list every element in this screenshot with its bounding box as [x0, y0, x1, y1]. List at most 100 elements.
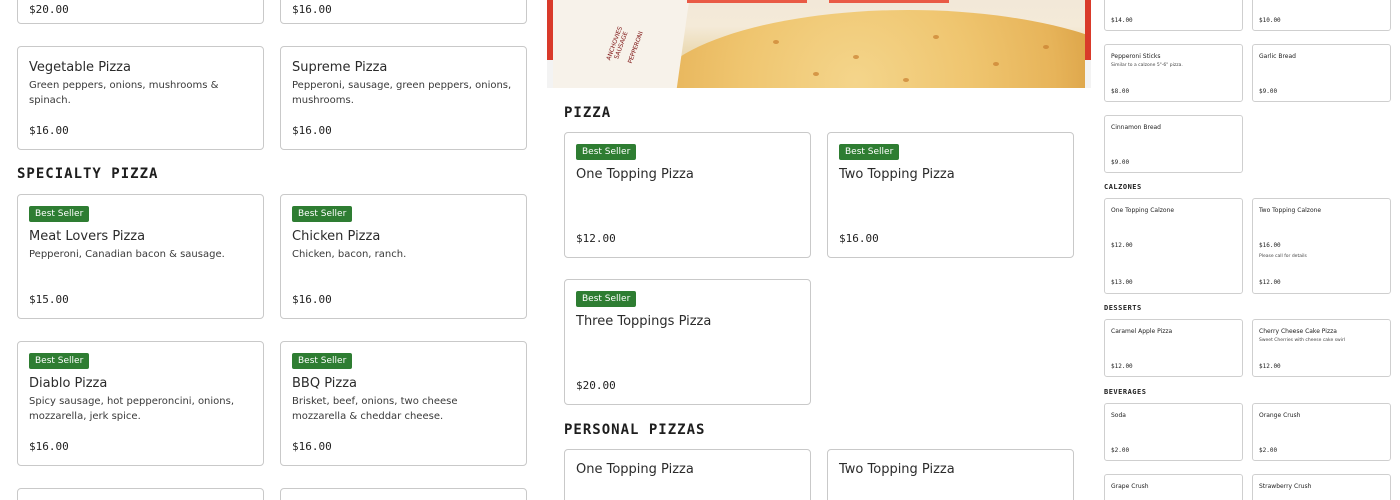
- menu-card-cherry-cheese-cake-pizza[interactable]: Cherry Cheese Cake Pizza Sweet Cherries …: [1252, 319, 1391, 377]
- item-price: $9.00: [1111, 159, 1130, 166]
- item-description: Pepperoni, sausage, green peppers, onion…: [292, 80, 512, 106]
- menu-card-three-toppings-pizza[interactable]: Best Seller Three Toppings Pizza $20.00: [564, 279, 811, 405]
- menu-card-caramel-apple-pizza[interactable]: Caramel Apple Pizza $12.00: [1104, 319, 1243, 377]
- section-title-beverages: BEVERAGES: [1104, 388, 1147, 396]
- item-price: $14.00: [1111, 17, 1133, 24]
- menu-card-one-topping-calzone[interactable]: One Topping Calzone $12.00 $13.00: [1104, 198, 1243, 294]
- menu-card-strawberry-crush[interactable]: Strawberry Crush: [1252, 474, 1391, 500]
- item-price: $2.00: [1259, 447, 1278, 454]
- menu-card-two-topping-pizza[interactable]: Best Seller Two Topping Pizza $16.00: [827, 132, 1074, 258]
- menu-card-partial[interactable]: [17, 488, 264, 500]
- best-seller-badge: Best Seller: [29, 206, 90, 222]
- item-price: $20.00: [576, 379, 616, 392]
- best-seller-badge: Best Seller: [292, 206, 353, 222]
- menu-card-side[interactable]: $14.00: [1104, 0, 1243, 31]
- menu-card-one-topping-pizza[interactable]: Best Seller One Topping Pizza $12.00: [564, 132, 811, 258]
- menu-card-supreme-pizza[interactable]: Supreme Pizza Pepperoni, sausage, green …: [280, 46, 527, 150]
- best-seller-badge: Best Seller: [576, 291, 637, 307]
- item-price: $16.00: [292, 440, 332, 453]
- menu-card-personal-two-topping[interactable]: Two Topping Pizza: [827, 449, 1074, 500]
- menu-card-chicken-pizza[interactable]: Best Seller Chicken Pizza Chicken, bacon…: [280, 194, 527, 319]
- item-price: $16.00: [292, 124, 332, 137]
- item-name: Diablo Pizza: [29, 376, 108, 391]
- item-name: Cinnamon Bread: [1111, 124, 1161, 131]
- item-price: $13.00: [1111, 279, 1133, 286]
- item-price: $2.00: [1111, 447, 1130, 454]
- item-description: Similar to a calzone 5"-6" pizza.: [1111, 63, 1183, 68]
- item-name: Two Topping Pizza: [839, 462, 955, 477]
- menu-card-personal-one-topping[interactable]: One Topping Pizza: [564, 449, 811, 500]
- menu-card-garlic-bread[interactable]: Garlic Bread $9.00: [1252, 44, 1391, 102]
- item-price: $16.00: [29, 124, 69, 137]
- best-seller-badge: Best Seller: [576, 144, 637, 160]
- item-description: Green peppers, onions, mushrooms & spina…: [29, 80, 219, 106]
- menu-card-diablo-pizza[interactable]: Best Seller Diablo Pizza Spicy sausage, …: [17, 341, 264, 466]
- item-name: Chicken Pizza: [292, 229, 381, 244]
- item-name: One Topping Pizza: [576, 167, 694, 182]
- menu-card-cinnamon-bread[interactable]: Cinnamon Bread $9.00: [1104, 115, 1243, 173]
- item-price: $15.00: [29, 293, 69, 306]
- pizza-graphic: [648, 10, 1085, 88]
- item-name: One Topping Calzone: [1111, 207, 1175, 214]
- item-price: $10.00: [1259, 17, 1281, 24]
- menu-card-top-right[interactable]: $16.00: [280, 0, 527, 24]
- item-note: Please call for details: [1259, 254, 1307, 259]
- menu-card-side[interactable]: $10.00: [1252, 0, 1391, 31]
- hero-accent: [687, 0, 807, 3]
- item-price: $16.00: [292, 293, 332, 306]
- item-price: $12.00: [1259, 279, 1281, 286]
- item-description: Chicken, bacon, ranch.: [292, 249, 407, 260]
- menu-card-bbq-pizza[interactable]: Best Seller BBQ Pizza Brisket, beef, oni…: [280, 341, 527, 466]
- item-name: Two Topping Calzone: [1259, 207, 1322, 214]
- item-price: $20.00: [29, 3, 69, 16]
- menu-card-top-left[interactable]: $20.00: [17, 0, 264, 24]
- item-name: Cherry Cheese Cake Pizza: [1259, 328, 1337, 335]
- menu-card-soda[interactable]: Soda $2.00: [1104, 403, 1243, 461]
- item-price: $12.00: [1111, 242, 1133, 249]
- menu-card-grape-crush[interactable]: Grape Crush: [1104, 474, 1243, 500]
- hero-banner: ANCHOVIES SAUSAGE PEPPERONI: [547, 0, 1091, 88]
- item-description: Pepperoni, Canadian bacon & sausage.: [29, 249, 225, 260]
- item-name: Soda: [1111, 412, 1126, 419]
- menu-card-orange-crush[interactable]: Orange Crush $2.00: [1252, 403, 1391, 461]
- item-description: Sweet Cherries with cheese cake swirl: [1259, 338, 1346, 343]
- item-name: Supreme Pizza: [292, 60, 388, 75]
- best-seller-badge: Best Seller: [29, 353, 90, 369]
- item-name: BBQ Pizza: [292, 376, 357, 391]
- item-name: Grape Crush: [1111, 483, 1149, 490]
- item-price: $9.00: [1259, 88, 1278, 95]
- item-name: Meat Lovers Pizza: [29, 229, 146, 244]
- item-price: $8.00: [1111, 88, 1130, 95]
- item-price: $16.00: [292, 3, 332, 16]
- item-name: Pepperoni Sticks: [1111, 53, 1161, 60]
- best-seller-badge: Best Seller: [839, 144, 900, 160]
- item-price: $12.00: [1259, 363, 1281, 370]
- item-name: One Topping Pizza: [576, 462, 694, 477]
- item-name: Vegetable Pizza: [29, 60, 131, 75]
- hero-accent: [829, 0, 949, 3]
- item-name: Garlic Bread: [1259, 53, 1296, 60]
- item-name: Three Toppings Pizza: [576, 314, 712, 329]
- item-price: $12.00: [576, 232, 616, 245]
- hero-pizza-image: ANCHOVIES SAUSAGE PEPPERONI: [553, 0, 1085, 88]
- item-price: $16.00: [1259, 242, 1281, 249]
- item-name: Caramel Apple Pizza: [1111, 328, 1173, 335]
- item-name: Orange Crush: [1259, 412, 1301, 419]
- section-title-specialty: SPECIALTY PIZZA: [17, 166, 159, 182]
- item-description: Brisket, beef, onions, two cheese mozzar…: [292, 396, 458, 422]
- menu-card-pepperoni-sticks[interactable]: Pepperoni Sticks Similar to a calzone 5"…: [1104, 44, 1243, 102]
- section-title-desserts: DESSERTS: [1104, 304, 1142, 312]
- item-price: $16.00: [29, 440, 69, 453]
- item-price: $16.00: [839, 232, 879, 245]
- best-seller-badge: Best Seller: [292, 353, 353, 369]
- item-price: $12.00: [1111, 363, 1133, 370]
- section-title-calzones: CALZONES: [1104, 183, 1142, 191]
- item-name: Two Topping Pizza: [839, 167, 955, 182]
- menu-card-vegetable-pizza[interactable]: Vegetable Pizza Green peppers, onions, m…: [17, 46, 264, 150]
- section-title-personal: PERSONAL PIZZAS: [564, 422, 706, 438]
- item-description: Spicy sausage, hot pepperoncini, onions,…: [29, 396, 235, 422]
- section-title-pizza: PIZZA: [564, 105, 612, 121]
- menu-card-two-topping-calzone[interactable]: Two Topping Calzone $16.00 Please call f…: [1252, 198, 1391, 294]
- menu-card-partial[interactable]: [280, 488, 527, 500]
- menu-card-meat-lovers-pizza[interactable]: Best Seller Meat Lovers Pizza Pepperoni,…: [17, 194, 264, 319]
